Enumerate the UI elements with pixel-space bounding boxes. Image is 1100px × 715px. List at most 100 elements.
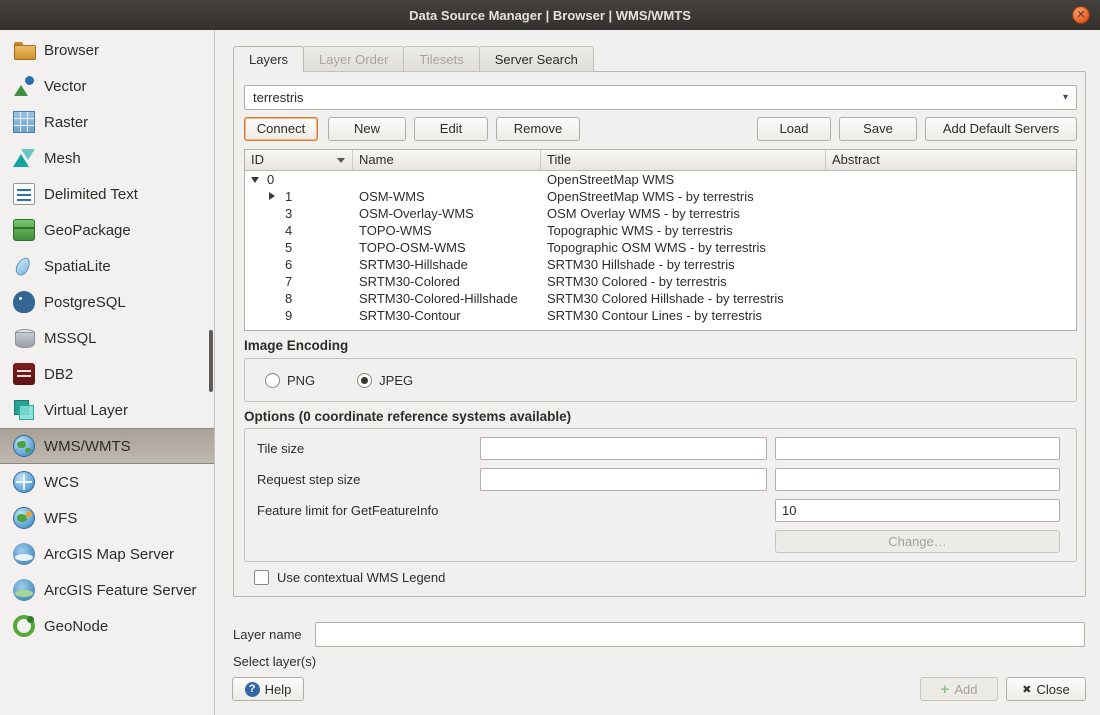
wcs-icon: [13, 471, 35, 493]
radio-png-label: PNG: [287, 373, 315, 388]
sidebar-item-raster[interactable]: Raster: [0, 104, 214, 140]
arcgis-feature-icon: [13, 579, 35, 601]
radio-png[interactable]: PNG: [265, 373, 315, 388]
tile-size-height-input[interactable]: [775, 437, 1060, 460]
close-button[interactable]: ✖ Close: [1006, 677, 1086, 701]
sidebar-item-wfs[interactable]: WFS: [0, 500, 214, 536]
column-header-abstract[interactable]: Abstract: [826, 150, 1076, 171]
feature-limit-input[interactable]: [775, 499, 1060, 522]
sidebar-item-spatialite[interactable]: SpatiaLite: [0, 248, 214, 284]
titlebar[interactable]: Data Source Manager | Browser | WMS/WMTS…: [0, 0, 1100, 30]
layer-title: OpenStreetMap WMS: [541, 171, 826, 188]
sidebar-item-arcgis-map-server[interactable]: ArcGIS Map Server: [0, 536, 214, 572]
layer-name: OSM-WMS: [353, 188, 541, 205]
sidebar-item-label: WMS/WMTS: [44, 438, 131, 455]
geonode-icon: [13, 615, 35, 637]
sidebar-item-mesh[interactable]: Mesh: [0, 140, 214, 176]
tab-bar: Layers Layer Order Tilesets Server Searc…: [233, 46, 593, 72]
layer-name: TOPO-WMS: [353, 222, 541, 239]
layer-id-cell: 8: [245, 290, 353, 307]
help-button[interactable]: ? Help: [232, 677, 304, 701]
layer-abstract: [826, 205, 1076, 222]
remove-button[interactable]: Remove: [496, 117, 580, 141]
tab-layers[interactable]: Layers: [233, 46, 304, 72]
sidebar-item-browser[interactable]: Browser: [0, 32, 214, 68]
layer-id: 4: [245, 223, 292, 238]
column-header-id[interactable]: ID: [245, 150, 353, 171]
tile-size-width-input[interactable]: [480, 437, 767, 460]
load-button[interactable]: Load: [757, 117, 831, 141]
sidebar-item-delimited-text[interactable]: Delimited Text: [0, 176, 214, 212]
sidebar-item-arcgis-feature-server[interactable]: ArcGIS Feature Server: [0, 572, 214, 608]
sidebar-item-geonode[interactable]: GeoNode: [0, 608, 214, 644]
layer-title: SRTM30 Contour Lines - by terrestris: [541, 307, 826, 324]
layer-name-input[interactable]: [315, 622, 1085, 647]
radio-checked-icon: [357, 373, 372, 388]
sidebar-item-label: WFS: [44, 510, 77, 527]
layer-id-cell: 6: [245, 256, 353, 273]
layer-id: 5: [245, 240, 292, 255]
sidebar-item-label: Raster: [44, 114, 88, 131]
sidebar-item-label: PostgreSQL: [44, 294, 126, 311]
new-button[interactable]: New: [328, 117, 406, 141]
close-button-label: Close: [1036, 682, 1069, 697]
legend-checkbox-label: Use contextual WMS Legend: [277, 570, 445, 585]
sidebar-item-db2[interactable]: DB2: [0, 356, 214, 392]
layer-row[interactable]: 4TOPO-WMSTopographic WMS - by terrestris: [245, 222, 1076, 239]
layer-row[interactable]: 7SRTM30-ColoredSRTM30 Colored - by terre…: [245, 273, 1076, 290]
layer-id: 9: [245, 308, 292, 323]
sidebar-item-wms-wmts[interactable]: WMS/WMTS: [0, 428, 214, 464]
vector-icon: [13, 75, 35, 97]
sidebar-item-postgresql[interactable]: PostgreSQL: [0, 284, 214, 320]
change-crs-button: Change…: [775, 530, 1060, 553]
layer-row[interactable]: 5TOPO-OSM-WMSTopographic OSM WMS - by te…: [245, 239, 1076, 256]
server-connection-select[interactable]: terrestris ▾: [244, 85, 1077, 110]
data-source-manager-window: Data Source Manager | Browser | WMS/WMTS…: [0, 0, 1100, 715]
sidebar-item-vector[interactable]: Vector: [0, 68, 214, 104]
layer-name: SRTM30-Colored-Hillshade: [353, 290, 541, 307]
sidebar-item-mssql[interactable]: MSSQL: [0, 320, 214, 356]
connect-button[interactable]: Connect: [244, 117, 318, 141]
sort-indicator-icon: [337, 158, 345, 163]
layer-id: 8: [245, 291, 292, 306]
sidebar-item-label: Mesh: [44, 150, 81, 167]
request-step-height-input[interactable]: [775, 468, 1060, 491]
tile-size-label: Tile size: [257, 437, 304, 460]
collapse-icon[interactable]: [251, 177, 259, 183]
radio-jpeg[interactable]: JPEG: [357, 373, 413, 388]
options-group: Tile size Request step size Feature limi…: [244, 428, 1077, 562]
window-close-icon[interactable]: ✕: [1072, 6, 1090, 24]
layer-row[interactable]: 3OSM-Overlay-WMSOSM Overlay WMS - by ter…: [245, 205, 1076, 222]
layer-name: SRTM30-Colored: [353, 273, 541, 290]
layer-name: SRTM30-Hillshade: [353, 256, 541, 273]
layer-id: 0: [245, 172, 274, 187]
layer-row[interactable]: 9SRTM30-ContourSRTM30 Contour Lines - by…: [245, 307, 1076, 324]
sidebar-item-wcs[interactable]: WCS: [0, 464, 214, 500]
image-encoding-group: PNG JPEG: [244, 358, 1077, 402]
layer-row[interactable]: 1OSM-WMSOpenStreetMap WMS - by terrestri…: [245, 188, 1076, 205]
tab-server-search[interactable]: Server Search: [479, 46, 594, 72]
image-encoding-title: Image Encoding: [244, 338, 348, 353]
sidebar-item-label: ArcGIS Feature Server: [44, 582, 197, 599]
layer-abstract: [826, 273, 1076, 290]
layer-id: 3: [245, 206, 292, 221]
expand-icon[interactable]: [269, 192, 275, 200]
edit-button[interactable]: Edit: [414, 117, 488, 141]
layer-id-cell: 7: [245, 273, 353, 290]
column-header-title[interactable]: Title: [541, 150, 826, 171]
layer-title: SRTM30 Colored - by terrestris: [541, 273, 826, 290]
save-button[interactable]: Save: [839, 117, 917, 141]
sidebar-list: BrowserVectorRasterMeshDelimited TextGeo…: [0, 32, 214, 644]
layer-row[interactable]: 8SRTM30-Colored-HillshadeSRTM30 Colored …: [245, 290, 1076, 307]
sidebar-item-virtual-layer[interactable]: Virtual Layer: [0, 392, 214, 428]
layer-row[interactable]: 0 OpenStreetMap WMS: [245, 171, 1076, 188]
layer-row[interactable]: 6SRTM30-HillshadeSRTM30 Hillshade - by t…: [245, 256, 1076, 273]
layer-name: TOPO-OSM-WMS: [353, 239, 541, 256]
add-default-servers-button[interactable]: Add Default Servers: [925, 117, 1077, 141]
use-contextual-wms-legend-checkbox[interactable]: Use contextual WMS Legend: [254, 570, 445, 585]
request-step-width-input[interactable]: [480, 468, 767, 491]
sidebar-item-geopackage[interactable]: GeoPackage: [0, 212, 214, 248]
column-header-name[interactable]: Name: [353, 150, 541, 171]
sidebar-scrollbar-thumb[interactable]: [209, 330, 213, 392]
layer-name: OSM-Overlay-WMS: [353, 205, 541, 222]
